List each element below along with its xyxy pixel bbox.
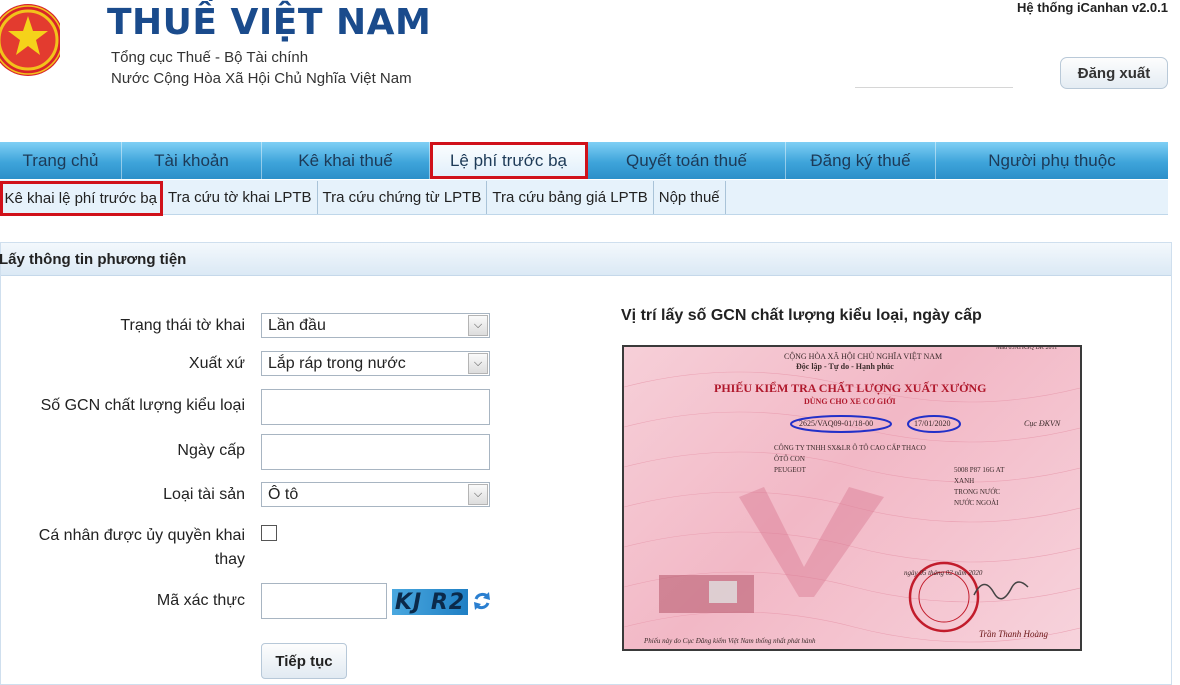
cert-heading: PHIẾU KIỂM TRA CHẤT LƯỢNG XUẤT XƯỞNG [714, 381, 987, 395]
cert-signature-name: Trần Thanh Hoàng [979, 629, 1049, 639]
subnav-declare-registration-fee[interactable]: Kê khai lệ phí trước bạ [0, 180, 163, 216]
issue-date-input[interactable] [261, 434, 490, 470]
cert-brand: PEUGEOT [774, 466, 806, 474]
tab-registration-fee[interactable]: Lệ phí trước bạ [430, 142, 588, 179]
cert-origin: TRONG NƯỚC [954, 488, 1001, 496]
authorized-checkbox[interactable] [261, 525, 277, 541]
declaration-status-select[interactable]: Lần đầu ⌵ [261, 313, 490, 338]
authorized-label-line1: Cá nhân được ủy quyền khai [38, 527, 245, 544]
asset-type-value: Ô tô [268, 485, 299, 503]
cert-motto: Độc lập - Tự do - Hạnh phúc [796, 362, 894, 371]
quality-cert-label: Số GCN chất lượng kiểu loại [40, 397, 245, 414]
captcha-image: KJ R2 [392, 589, 468, 615]
site-subtitle-country: Nước Cộng Hòa Xã Hội Chủ Nghĩa Việt Nam [111, 70, 412, 87]
subnav-lookup-voucher[interactable]: Tra cứu chứng từ LPTB [318, 180, 488, 214]
authorized-label-line2: thay [214, 551, 245, 568]
tab-tax-declaration[interactable]: Kê khai thuế [262, 142, 430, 179]
sample-certificate-image: CỘNG HÒA XÃ HỘI CHỦ NGHĨA VIỆT NAM Độc l… [622, 345, 1082, 651]
cert-authority: Cục ĐKVN [1024, 419, 1061, 428]
header-divider [855, 87, 1013, 88]
captcha-label: Mã xác thực [156, 592, 245, 609]
cert-number: 2625/VAQ09-01/18-00 [799, 419, 874, 428]
logout-button[interactable]: Đăng xuất [1060, 57, 1168, 89]
tax-emblem-logo [0, 4, 60, 76]
chevron-down-icon[interactable]: ⌵ [468, 484, 488, 505]
refresh-icon[interactable] [472, 590, 492, 612]
cert-footer: Phiếu này do Cục Đăng kiểm Việt Nam thốn… [644, 637, 816, 645]
tab-tax-finalization[interactable]: Quyết toán thuế [588, 142, 786, 179]
cert-fuel: NƯỚC NGOÀI [954, 499, 999, 507]
main-nav: Trang chủ Tài khoản Kê khai thuế Lệ phí … [0, 142, 1168, 179]
cert-form-no: Mẫu 05ATKSQ ĐK 2011 [996, 345, 1058, 351]
sub-nav: Kê khai lệ phí trước bạ Tra cứu tờ khai … [0, 180, 1168, 216]
cert-date: 17/01/2020 [914, 419, 951, 428]
chevron-down-icon[interactable]: ⌵ [468, 353, 488, 374]
tab-tax-registration[interactable]: Đăng ký thuế [786, 142, 936, 179]
declaration-status-label: Trạng thái tờ khai [120, 317, 245, 334]
sample-title: Vị trí lấy số GCN chất lượng kiểu loại, … [621, 307, 982, 324]
origin-value: Lắp ráp trong nước [268, 354, 406, 372]
asset-type-select[interactable]: Ô tô ⌵ [261, 482, 490, 507]
cert-country: CỘNG HÒA XÃ HỘI CHỦ NGHĨA VIỆT NAM [784, 352, 943, 361]
tab-account[interactable]: Tài khoản [122, 142, 262, 179]
cert-date-line: ngày 05 tháng 02 năm 2020 [904, 569, 983, 577]
cert-color: XANH [954, 477, 975, 485]
section-title: Lấy thông tin phương tiện [0, 243, 1171, 276]
subnav-lookup-price-table[interactable]: Tra cứu bảng giá LPTB [487, 180, 654, 214]
subnav-pay-tax[interactable]: Nộp thuế [654, 180, 726, 214]
captcha-input[interactable] [261, 583, 387, 619]
tab-dependents[interactable]: Người phụ thuộc [936, 142, 1168, 179]
chevron-down-icon[interactable]: ⌵ [468, 315, 488, 336]
site-title: THUẾ VIỆT NAM [107, 2, 432, 43]
origin-select[interactable]: Lắp ráp trong nước ⌵ [261, 351, 490, 376]
origin-label: Xuất xứ [188, 355, 245, 372]
subnav-lookup-declaration[interactable]: Tra cứu tờ khai LPTB [163, 180, 318, 214]
asset-type-label: Loại tài sản [163, 486, 245, 503]
site-subtitle-ministry: Tổng cục Thuế - Bộ Tài chính [111, 49, 309, 66]
continue-button[interactable]: Tiếp tục [261, 643, 347, 679]
declaration-status-value: Lần đầu [268, 316, 326, 334]
cert-model-code: 5008 P87 16G AT [954, 466, 1005, 474]
quality-cert-input[interactable] [261, 389, 490, 425]
tab-home[interactable]: Trang chủ [0, 142, 122, 179]
cert-subheading: DÙNG CHO XE CƠ GIỚI [804, 397, 896, 406]
site-header: THUẾ VIỆT NAM Tổng cục Thuế - Bộ Tài chí… [0, 0, 1180, 130]
system-version: Hệ thống iCanhan v2.0.1 [1017, 0, 1168, 15]
cert-producer: CÔNG TY TNHH SX&LR Ô TÔ CAO CẤP THACO [774, 444, 926, 452]
cert-product: ÔTÔ CON [774, 455, 805, 463]
issue-date-label: Ngày cấp [177, 442, 245, 459]
